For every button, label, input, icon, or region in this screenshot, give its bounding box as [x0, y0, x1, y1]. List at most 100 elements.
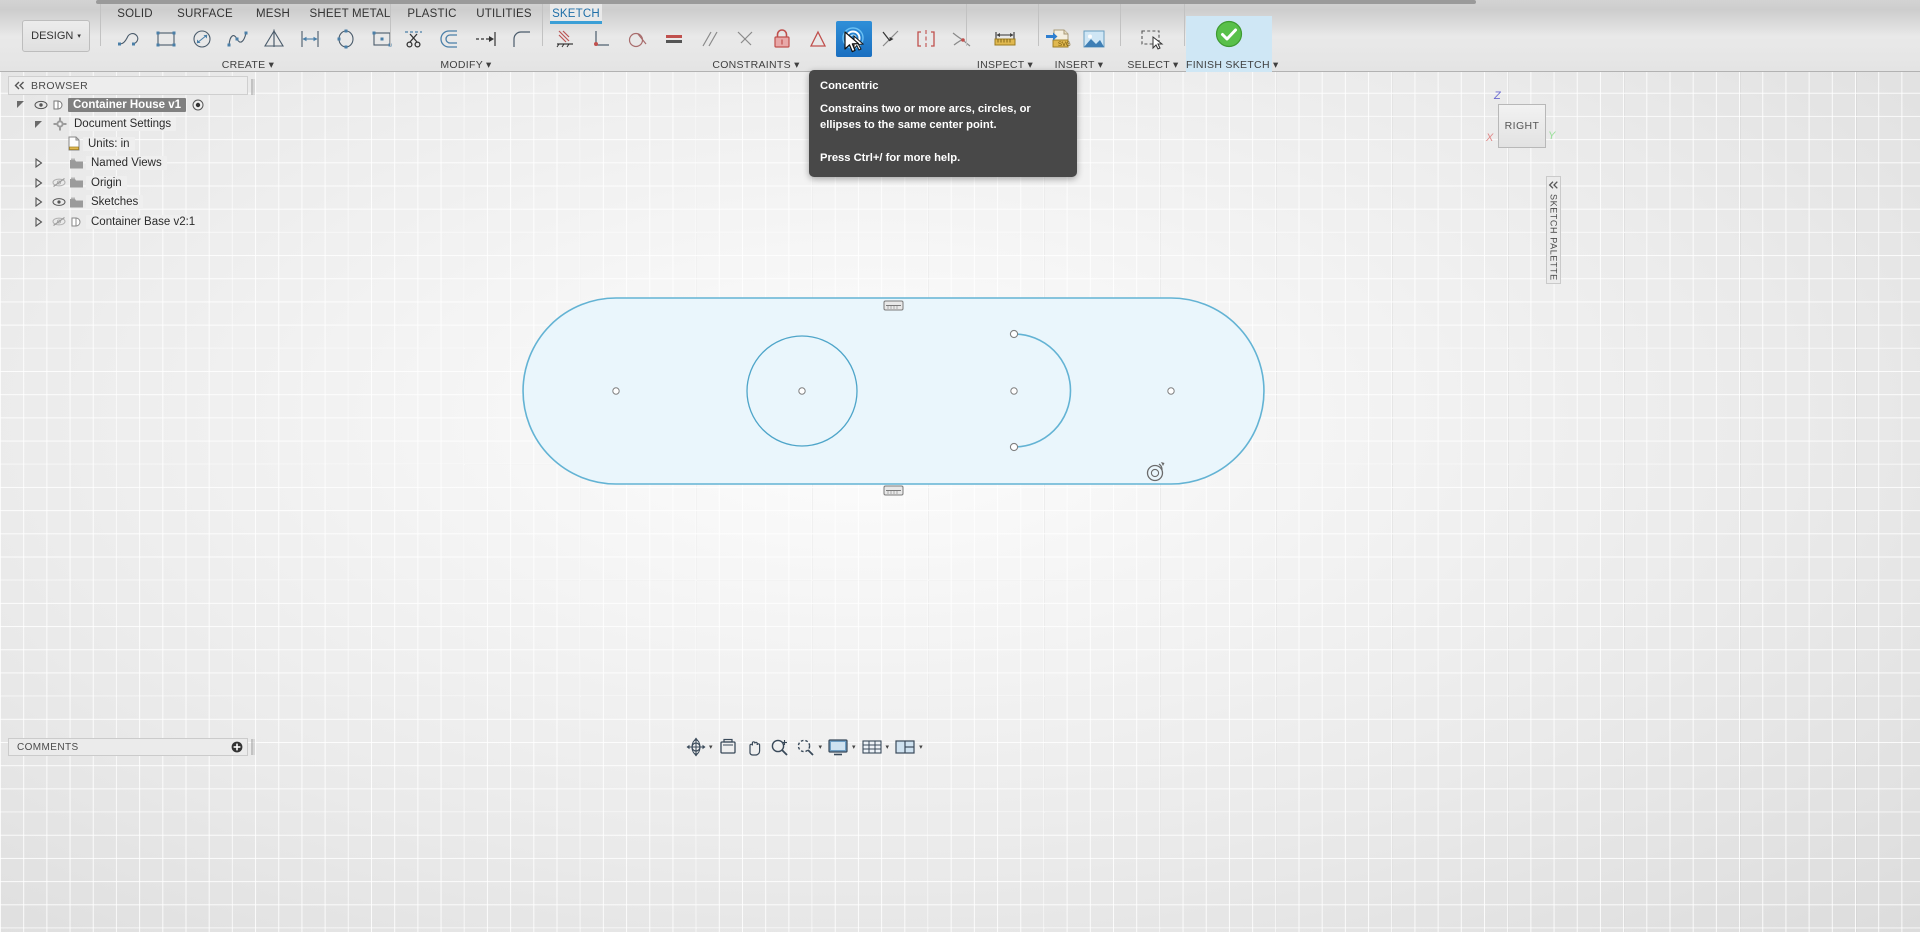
fillet-icon[interactable] — [504, 21, 540, 57]
component-icon — [49, 98, 68, 112]
slot-profile-path[interactable] — [522, 297, 1265, 485]
browser-node-units[interactable]: Units: in — [8, 134, 248, 154]
browser-node-label: Named Views — [86, 156, 167, 171]
fix-unfix-icon[interactable] — [548, 21, 584, 57]
ribbon-group-modify: MODIFY ▾ — [396, 20, 536, 72]
viewports-icon[interactable]: ▾ — [891, 737, 925, 757]
look-at-icon[interactable] — [715, 737, 741, 757]
browser-node-container-base[interactable]: Container Base v2:1 — [8, 212, 248, 232]
circle-icon[interactable] — [184, 21, 220, 57]
axis-label-y: Y — [1548, 130, 1556, 142]
workspace-switcher-label: DESIGN — [31, 30, 74, 42]
collinear-icon[interactable] — [872, 21, 908, 57]
twisty-open-icon[interactable] — [34, 120, 50, 129]
collapse-left-icon[interactable] — [1548, 181, 1559, 189]
visibility-eye-icon[interactable] — [50, 197, 67, 207]
svg-text:SVG: SVG — [1058, 42, 1071, 48]
select-window-icon[interactable] — [1135, 21, 1171, 57]
sketch-palette-tab[interactable]: SKETCH PALETTE — [1546, 176, 1561, 284]
insert-svg-icon[interactable]: SVG — [1040, 21, 1076, 57]
arc-center-point[interactable] — [1010, 387, 1018, 395]
chevron-down-icon: ▾ — [77, 33, 81, 40]
left-slot-center-point[interactable] — [612, 387, 620, 395]
twisty-closed-icon[interactable] — [34, 158, 50, 169]
ribbon-group-create-label: CREATE ▾ — [221, 59, 275, 71]
toolbar-divider — [966, 4, 967, 46]
chevron-down-icon[interactable]: ▾ — [886, 743, 890, 751]
finish-sketch-button[interactable]: FINISH SKETCH ▾ — [1186, 16, 1279, 72]
dimension-icon[interactable] — [292, 21, 328, 57]
pan-icon[interactable] — [741, 737, 767, 757]
line-icon[interactable] — [112, 21, 148, 57]
horizontal-constraint-bottom[interactable] — [883, 485, 904, 496]
circle-center-point[interactable] — [798, 387, 806, 395]
chevron-down-icon[interactable]: ▾ — [852, 743, 856, 751]
visibility-eye-hidden-icon[interactable] — [50, 216, 67, 227]
chevron-down-icon[interactable]: ▾ — [919, 743, 923, 751]
browser-node-container-house[interactable]: Container House v1 — [8, 95, 248, 115]
measure-icon[interactable] — [987, 21, 1023, 57]
midpoint-icon[interactable] — [800, 21, 836, 57]
rectangle-icon[interactable] — [148, 21, 184, 57]
mouse-pointer — [844, 31, 859, 53]
spline-icon[interactable] — [220, 21, 256, 57]
right-slot-center-point[interactable] — [1167, 387, 1175, 395]
add-comment-icon[interactable] — [231, 741, 243, 753]
browser-node-sketches[interactable]: Sketches — [8, 193, 248, 213]
tangent-icon[interactable] — [620, 21, 656, 57]
offset-icon[interactable] — [432, 21, 468, 57]
ribbon-group-inspect: INSPECT ▾ — [972, 20, 1038, 72]
browser-node-label: Document Settings — [69, 117, 177, 132]
ribbon-group-select-label: SELECT ▾ — [1127, 59, 1179, 71]
browser-node-label: Sketches — [86, 195, 144, 210]
browser-node-document-settings[interactable]: Document Settings — [8, 115, 248, 135]
toolbar-divider — [1184, 4, 1185, 46]
ribbon-group-modify-label: MODIFY ▾ — [440, 59, 492, 71]
symmetry-icon[interactable] — [908, 21, 944, 57]
chevron-down-icon[interactable]: ▾ — [709, 743, 713, 751]
finish-sketch-label: FINISH SKETCH ▾ — [1186, 59, 1279, 71]
twisty-closed-icon[interactable] — [34, 177, 50, 188]
comments-resize-grip[interactable] — [250, 738, 256, 756]
ellipse-icon[interactable] — [328, 21, 364, 57]
lock-icon[interactable] — [764, 21, 800, 57]
horizontal-constraint-top[interactable] — [883, 300, 904, 311]
coincident-icon[interactable] — [584, 21, 620, 57]
browser-node-origin[interactable]: Origin — [8, 173, 248, 193]
trim-icon[interactable] — [396, 21, 432, 57]
zoom-window-icon[interactable]: ▾ — [793, 737, 825, 757]
browser-resize-grip[interactable] — [250, 78, 256, 96]
sketch-palette-label: SKETCH PALETTE — [1548, 194, 1559, 281]
visibility-eye-icon[interactable] — [32, 100, 49, 110]
twisty-closed-icon[interactable] — [34, 197, 50, 208]
rectangular-pattern-icon[interactable] — [364, 21, 400, 57]
toolbar-scrollbar[interactable] — [96, 0, 1476, 4]
collapse-left-icon[interactable] — [14, 81, 25, 90]
perpendicular-icon[interactable] — [728, 21, 764, 57]
chevron-down-icon[interactable]: ▾ — [819, 743, 823, 751]
arc-start-point[interactable] — [1009, 329, 1019, 339]
parallel-icon[interactable] — [692, 21, 728, 57]
active-component-radio[interactable] — [192, 99, 204, 111]
display-settings-icon[interactable]: ▾ — [824, 737, 858, 757]
equal-icon[interactable] — [656, 21, 692, 57]
zoom-icon[interactable] — [767, 737, 793, 757]
insert-image-icon[interactable] — [1076, 21, 1112, 57]
ribbon-group-insert: SVG INSERT ▾ — [1040, 20, 1118, 72]
mirror-icon[interactable] — [256, 21, 292, 57]
browser-header[interactable]: BROWSER — [8, 76, 248, 95]
view-cube-face[interactable]: RIGHT — [1498, 104, 1546, 148]
arc-end-point[interactable] — [1009, 442, 1019, 452]
workspace-switcher-button[interactable]: DESIGN ▾ — [22, 20, 90, 52]
grid-snaps-icon[interactable]: ▾ — [858, 737, 892, 757]
orbit-icon[interactable]: ▾ — [683, 737, 715, 757]
component-icon — [67, 215, 86, 229]
twisty-closed-icon[interactable] — [34, 216, 50, 227]
view-cube[interactable]: Z X Y RIGHT — [1482, 90, 1562, 162]
comments-bar[interactable]: COMMENTS — [8, 738, 248, 756]
visibility-eye-hidden-icon[interactable] — [50, 177, 67, 188]
extend-icon[interactable] — [468, 21, 504, 57]
folder-icon — [67, 176, 86, 189]
twisty-open-icon[interactable] — [16, 100, 32, 109]
browser-node-named-views[interactable]: Named Views — [8, 154, 248, 174]
